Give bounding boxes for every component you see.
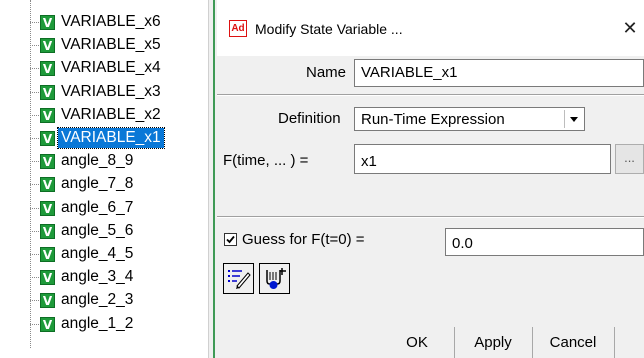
definition-selected-value: Run-Time Expression — [361, 111, 505, 128]
state-variable-icon: V — [40, 60, 55, 76]
state-variable-icon: V — [40, 153, 55, 169]
tree-item-label: angle_2_3 — [61, 291, 134, 308]
tree-connector — [30, 299, 39, 301]
state-variable-icon: V — [40, 84, 55, 100]
tree-item[interactable]: Vangle_5_6 — [30, 220, 136, 242]
tree-connector — [30, 253, 39, 255]
adams-app-icon: Ad — [229, 20, 247, 37]
tree-item[interactable]: Vangle_3_4 — [30, 266, 136, 288]
tree-item[interactable]: Vangle_1_2 — [30, 313, 136, 335]
guess-value-input[interactable]: 0.0 — [445, 228, 644, 256]
tree-item-label: VARIABLE_x2 — [61, 106, 161, 123]
tree-connector — [30, 44, 39, 46]
tree-connector — [30, 230, 39, 232]
close-button[interactable]: ✕ — [617, 16, 643, 42]
separator — [217, 94, 644, 96]
tree-item-label: angle_8_9 — [61, 152, 134, 169]
state-variable-icon: V — [40, 246, 55, 262]
edit-properties-button[interactable] — [223, 263, 254, 294]
tree-item[interactable]: V VARIABLE_x4 — [30, 57, 164, 79]
state-variable-icon: V — [40, 316, 55, 332]
name-label: Name — [306, 64, 347, 81]
tree-item[interactable]: Vangle_2_3 — [30, 289, 136, 311]
tree-connector — [30, 91, 39, 93]
tree-item[interactable]: Vangle_8_9 — [30, 150, 136, 172]
checkmark-icon — [226, 235, 235, 244]
measure-button[interactable] — [259, 263, 290, 294]
tree-connector — [30, 137, 39, 139]
tree-item-label: angle_6_7 — [61, 199, 134, 216]
modify-state-variable-dialog: Ad Modify State Variable ... ✕ Name VARI… — [217, 0, 644, 358]
tree-item-label: angle_3_4 — [61, 268, 134, 285]
tree-item[interactable]: V VARIABLE_x1 — [30, 127, 165, 149]
expression-builder-button[interactable]: ... — [615, 144, 644, 174]
tree-item[interactable]: V VARIABLE_x3 — [30, 81, 164, 103]
definition-dropdown[interactable]: Run-Time Expression — [354, 107, 585, 131]
chevron-down-icon[interactable] — [564, 110, 582, 128]
state-variable-icon: V — [40, 176, 55, 192]
tree-item[interactable]: V VARIABLE_x6 — [30, 11, 164, 33]
guess-label: Guess for F(t=0) = — [242, 231, 365, 248]
state-variable-icon: V — [40, 200, 55, 216]
tree-item-label: angle_4_5 — [61, 245, 134, 262]
model-tree: V VARIABLE_x6 V VARIABLE_x5 V VARIABLE_x4 V VAR… — [0, 0, 208, 358]
separator — [217, 216, 644, 218]
measure-probe-icon — [266, 268, 286, 289]
tree-item[interactable]: V VARIABLE_x5 — [30, 34, 164, 56]
ok-button[interactable]: OK — [381, 327, 453, 358]
tree-item-label: VARIABLE_x5 — [61, 36, 161, 53]
tree-item-label: angle_5_6 — [61, 222, 134, 239]
dialog-title: Modify State Variable ... — [255, 21, 403, 37]
tree-connector — [30, 160, 39, 162]
ftime-label: F(time, ... ) = — [223, 152, 309, 169]
state-variable-icon: V — [40, 130, 55, 146]
edit-list-icon — [228, 270, 251, 289]
definition-label: Definition — [278, 110, 341, 127]
apply-button[interactable]: Apply — [455, 327, 531, 358]
tree-connector — [30, 183, 39, 185]
state-variable-icon: V — [40, 37, 55, 53]
tree-item[interactable]: V VARIABLE_x2 — [30, 104, 164, 126]
tree-item-label: VARIABLE_x6 — [61, 13, 161, 30]
tree-item[interactable]: Vangle_7_8 — [30, 173, 136, 195]
tree-connector — [30, 276, 39, 278]
dialog-titlebar[interactable]: Ad Modify State Variable ... ✕ — [217, 0, 644, 56]
tree-connector — [30, 323, 39, 325]
state-variable-icon: V — [40, 269, 55, 285]
tree-item-label: VARIABLE_x4 — [61, 59, 161, 76]
tree-connector — [30, 21, 39, 23]
tree-connector — [30, 67, 39, 69]
ftime-expression-input[interactable]: x1 — [354, 144, 611, 174]
state-variable-icon: V — [40, 14, 55, 30]
state-variable-icon: V — [40, 223, 55, 239]
cancel-button[interactable]: Cancel — [533, 327, 613, 358]
guess-checkbox[interactable] — [224, 233, 237, 246]
tree-item-label: VARIABLE_x1 — [57, 127, 165, 149]
tree-item-label: VARIABLE_x3 — [61, 83, 161, 100]
button-divider — [614, 327, 615, 358]
tree-item[interactable]: Vangle_4_5 — [30, 243, 136, 265]
tree-item-label: angle_1_2 — [61, 315, 134, 332]
state-variable-icon: V — [40, 292, 55, 308]
tree-connector — [30, 114, 39, 116]
tree-connector — [30, 207, 39, 209]
name-input[interactable]: VARIABLE_x1 — [354, 59, 644, 87]
tree-item[interactable]: Vangle_6_7 — [30, 197, 136, 219]
state-variable-icon: V — [40, 107, 55, 123]
tree-item-label: angle_7_8 — [61, 175, 134, 192]
